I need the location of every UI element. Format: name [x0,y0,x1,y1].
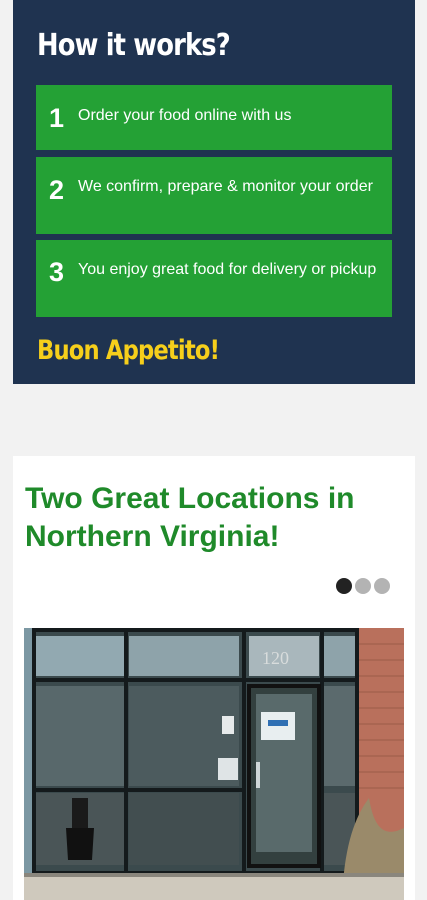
step-1: 1 Order your food online with us [36,85,392,150]
step-text: We confirm, prepare & monitor your order [78,178,373,195]
locations-title: Two Great Locations in Northern Virginia… [25,482,355,553]
step-number: 2 [49,175,65,205]
locations-section: Two Great Locations in Northern Virginia… [13,456,415,900]
storefront-photo[interactable]: 120 [24,628,404,900]
how-it-works-panel: How it works? 1 Order your food online w… [13,0,415,384]
step-text: Order your food online with us [78,107,292,124]
carousel-dot-3[interactable] [374,578,390,594]
step-text: You enjoy great food for delivery or pic… [78,261,377,278]
unit-number: 120 [262,648,289,668]
carousel-pagination [336,578,390,596]
step-number: 3 [49,257,65,287]
how-it-works-title: How it works? [37,28,231,63]
step-2: 2 We confirm, prepare & monitor your ord… [36,157,392,234]
buon-appetito-text: Buon Appetito! [37,335,220,366]
storefront-illustration: 120 [24,628,404,900]
step-number: 1 [49,103,65,133]
carousel-dot-1[interactable] [336,578,352,594]
step-3: 3 You enjoy great food for delivery or p… [36,240,392,317]
carousel-dot-2[interactable] [355,578,371,594]
